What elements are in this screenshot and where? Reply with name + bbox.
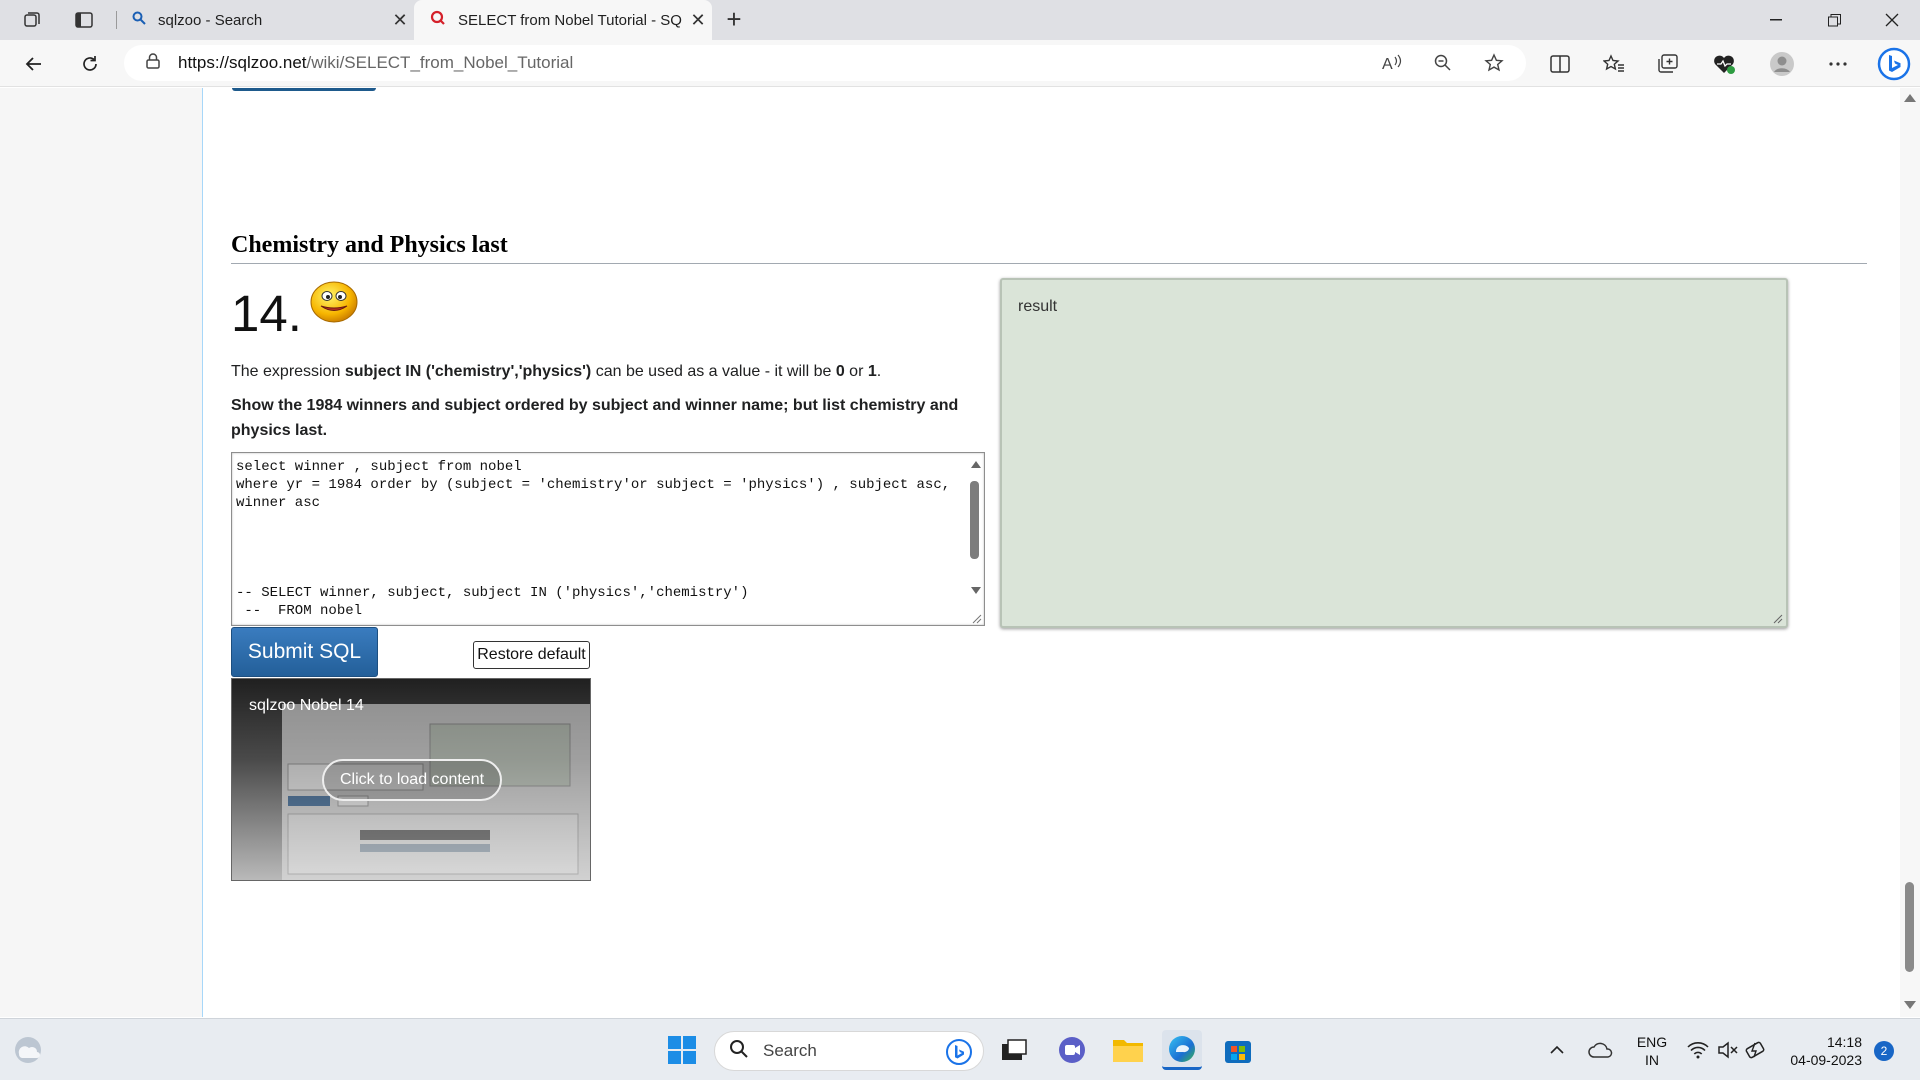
scroll-up-icon[interactable] bbox=[1904, 94, 1916, 102]
clock[interactable]: 14:18 04-09-2023 bbox=[1780, 1033, 1862, 1069]
teams-chat-icon[interactable] bbox=[1052, 1030, 1092, 1070]
result-label: result bbox=[1018, 298, 1058, 315]
tab-select-from-nobel[interactable]: SELECT from Nobel Tutorial - SQ ✕ bbox=[414, 0, 712, 40]
tab-separator bbox=[116, 11, 117, 29]
close-window-icon[interactable] bbox=[1864, 0, 1920, 40]
start-windows-icon[interactable] bbox=[662, 1030, 702, 1070]
new-tab-button[interactable]: + bbox=[720, 6, 748, 34]
scroll-up-icon[interactable] bbox=[971, 461, 981, 468]
expression-value-zero: 0 bbox=[835, 363, 845, 380]
zoom-out-icon[interactable] bbox=[1434, 54, 1452, 77]
expression-value-one: 1 bbox=[867, 363, 877, 380]
expression-or: or bbox=[844, 363, 868, 380]
profile-avatar-icon[interactable] bbox=[1766, 48, 1798, 80]
left-sidebar bbox=[0, 88, 203, 1017]
bing-copilot-icon[interactable] bbox=[1876, 46, 1912, 82]
search-icon bbox=[132, 11, 146, 29]
close-tab-icon[interactable]: ✕ bbox=[386, 10, 414, 31]
browser-essentials-icon[interactable] bbox=[1708, 48, 1740, 80]
microsoft-store-icon[interactable] bbox=[1218, 1030, 1258, 1070]
task-instruction: Show the 1984 winners and subject ordere… bbox=[231, 397, 959, 439]
scroll-down-icon[interactable] bbox=[1904, 1001, 1916, 1009]
favorite-star-icon[interactable] bbox=[1484, 53, 1504, 78]
back-icon[interactable] bbox=[18, 48, 50, 80]
show-hidden-icons-chevron-icon[interactable] bbox=[1542, 1030, 1572, 1070]
expression-code: subject IN ('chemistry','physics') bbox=[344, 363, 592, 380]
clock-time: 14:18 bbox=[1826, 1034, 1862, 1050]
page-viewport: Chemistry and Physics last 14. The expre… bbox=[0, 88, 1920, 1017]
resize-grip-icon[interactable] bbox=[970, 611, 982, 624]
tab-sqlzoo-search[interactable]: sqlzoo - Search ✕ bbox=[118, 0, 414, 40]
load-content-button[interactable]: Click to load content bbox=[322, 759, 502, 801]
refresh-icon[interactable] bbox=[74, 48, 106, 80]
bing-icon[interactable] bbox=[945, 1038, 973, 1071]
scroll-down-icon[interactable] bbox=[971, 587, 981, 594]
browser-tab-bar: sqlzoo - Search ✕ SELECT from Nobel Tuto… bbox=[0, 0, 1920, 40]
url-path: /wiki/SELECT_from_Nobel_Tutorial bbox=[306, 53, 574, 72]
url-text[interactable]: https://sqlzoo.net/wiki/SELECT_from_Nobe… bbox=[178, 53, 573, 73]
expression-middle: can be used as a value - it will be bbox=[591, 363, 836, 380]
address-bar[interactable]: https://sqlzoo.net/wiki/SELECT_from_Nobe… bbox=[124, 45, 1526, 81]
onedrive-cloud-icon[interactable] bbox=[1584, 1030, 1618, 1070]
expression-text: The expression subject IN ('chemistry','… bbox=[231, 363, 881, 381]
sqlzoo-favicon-icon bbox=[430, 10, 446, 30]
tab-title: SELECT from Nobel Tutorial - SQ bbox=[458, 11, 682, 29]
url-host: https://sqlzoo.net bbox=[178, 53, 307, 72]
speaker-muted-icon[interactable] bbox=[1714, 1030, 1742, 1070]
wifi-icon[interactable] bbox=[1684, 1030, 1712, 1070]
region-code: IN bbox=[1645, 1052, 1659, 1068]
collections-icon[interactable] bbox=[1652, 48, 1684, 80]
result-panel: result bbox=[1000, 278, 1788, 628]
resize-grip-icon[interactable] bbox=[1771, 611, 1783, 624]
video-embed[interactable]: sqlzoo Nobel 14 Click to load content bbox=[231, 678, 591, 881]
smiley-icon bbox=[310, 281, 358, 323]
tab-actions-icon[interactable] bbox=[72, 8, 96, 32]
windows-taskbar: Search ENG IN 14:18 04-09-2023 2 bbox=[0, 1018, 1920, 1080]
question-number: 14. bbox=[231, 285, 302, 342]
page-scrollbar[interactable] bbox=[1900, 88, 1920, 1017]
search-icon bbox=[729, 1039, 749, 1064]
expression-prefix: The expression bbox=[231, 363, 345, 380]
submit-sql-button[interactable]: Submit SQL bbox=[231, 627, 378, 677]
lock-icon[interactable] bbox=[146, 52, 160, 74]
svg-text:A: A bbox=[1382, 56, 1393, 73]
restore-window-icon[interactable] bbox=[1806, 0, 1862, 40]
expression-end: . bbox=[876, 363, 882, 380]
taskbar-search-label: Search bbox=[763, 1041, 817, 1060]
task-view-icon[interactable] bbox=[994, 1030, 1034, 1070]
more-options-icon[interactable] bbox=[1822, 48, 1854, 80]
favorites-icon[interactable] bbox=[1598, 48, 1630, 80]
tab-title: sqlzoo - Search bbox=[158, 11, 263, 29]
workspaces-icon[interactable] bbox=[20, 8, 44, 32]
restore-default-button[interactable]: Restore default bbox=[473, 641, 590, 669]
file-explorer-icon[interactable] bbox=[1108, 1030, 1148, 1070]
video-title: sqlzoo Nobel 14 bbox=[249, 697, 364, 714]
read-aloud-icon[interactable]: A bbox=[1382, 53, 1404, 78]
weather-widget-icon[interactable] bbox=[8, 1030, 48, 1070]
sql-code[interactable]: select winner , subject from nobel where… bbox=[236, 458, 956, 622]
section-heading: Chemistry and Physics last bbox=[231, 232, 1867, 264]
sql-editor[interactable]: select winner , subject from nobel where… bbox=[231, 452, 985, 626]
clock-date: 04-09-2023 bbox=[1790, 1052, 1862, 1068]
taskbar-search-box[interactable]: Search bbox=[714, 1031, 984, 1071]
close-tab-icon[interactable]: ✕ bbox=[684, 10, 712, 31]
minimize-icon[interactable] bbox=[1748, 0, 1804, 40]
editor-scroll-thumb[interactable] bbox=[970, 481, 979, 559]
language-code: ENG bbox=[1636, 1034, 1668, 1050]
editor-scrollbar[interactable] bbox=[966, 453, 984, 625]
notification-count-badge[interactable]: 2 bbox=[1874, 1041, 1894, 1061]
previous-submit-button-edge bbox=[232, 88, 376, 91]
edge-browser-icon[interactable] bbox=[1162, 1030, 1202, 1070]
language-indicator[interactable]: ENG IN bbox=[1632, 1033, 1672, 1069]
split-screen-icon[interactable] bbox=[1544, 48, 1576, 80]
browser-toolbar: https://sqlzoo.net/wiki/SELECT_from_Nobe… bbox=[0, 40, 1920, 87]
battery-charging-icon[interactable] bbox=[1742, 1030, 1772, 1070]
page-scroll-thumb[interactable] bbox=[1905, 882, 1914, 972]
